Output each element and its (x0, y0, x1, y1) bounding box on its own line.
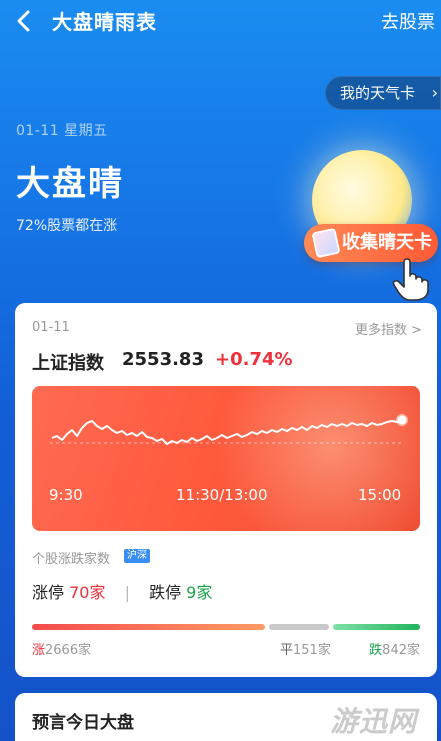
chart-tick-close: 15:00 (358, 486, 402, 504)
go-stocks-link[interactable]: 去股票 (381, 8, 435, 34)
my-weather-card-button[interactable]: 我的天气卡 › (325, 76, 441, 110)
index-card: 01-11 更多指数 > 上证指数 2553.83 +0.74% 9:30 11… (15, 303, 437, 677)
chart-tick-midday: 11:30/13:00 (176, 486, 268, 504)
index-value: 2553.83 (122, 349, 204, 370)
more-index-link[interactable]: 更多指数 > (355, 319, 422, 338)
intraday-chart-svg (50, 414, 408, 445)
predict-title: 预言今日大盘 (32, 713, 134, 733)
chart-tick-open: 9:30 (49, 486, 83, 504)
breadth-up-label: 涨2666家 (32, 643, 92, 658)
latest-price-dot (396, 414, 408, 426)
hero-date: 01-11 星期五 (16, 123, 108, 139)
index-name: 上证指数 (32, 353, 104, 374)
breadth-flat-label: 平151家 (280, 643, 331, 658)
top-bar: 大盘晴雨表 去股票 (0, 0, 441, 44)
divider: | (124, 583, 130, 602)
breadth-bar-down (332, 624, 420, 630)
back-arrow-icon[interactable] (12, 8, 38, 34)
breadth-bar-up (32, 624, 265, 630)
card-icon (311, 227, 341, 259)
market-summary: 72%股票都在涨 (16, 218, 118, 234)
pointing-hand-icon (392, 258, 429, 301)
watermark: 游迅网 (330, 705, 418, 738)
chevron-right-icon: › (431, 83, 438, 102)
updown-count-title: 个股涨跌家数 (32, 552, 111, 567)
collect-sunny-card-label: 收集晴天卡 (342, 232, 432, 253)
limit-up-label: 涨停 (32, 583, 65, 602)
page-title: 大盘晴雨表 (52, 10, 157, 34)
limit-down-value: 9家 (186, 583, 213, 602)
limit-down-label: 跌停 (149, 583, 182, 602)
card-date: 01-11 (32, 320, 70, 335)
market-tag: 沪深 (124, 549, 150, 563)
breadth-bar (32, 624, 420, 630)
index-change: +0.74% (215, 349, 293, 370)
breadth-bar-flat (268, 624, 329, 630)
limit-row: 涨停 70家 | 跌停 9家 (32, 579, 212, 603)
breadth-down-label: 跌842家 (369, 643, 420, 658)
market-weather-heading: 大盘晴 (16, 164, 124, 204)
intraday-price-line (51, 419, 402, 445)
my-weather-card-label: 我的天气卡 (340, 84, 416, 102)
limit-up-value: 70家 (69, 583, 106, 602)
intraday-chart[interactable]: 9:30 11:30/13:00 15:00 (32, 386, 420, 531)
